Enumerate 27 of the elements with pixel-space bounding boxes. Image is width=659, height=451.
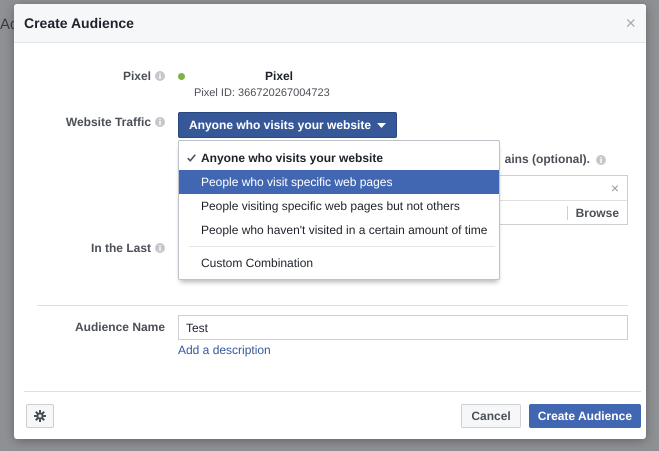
info-icon (155, 117, 165, 127)
menu-item[interactable]: Custom Combination (179, 251, 499, 275)
field-label: Audience Name (74, 320, 165, 334)
menu-item[interactable]: People who visit specific web pages (179, 170, 499, 194)
browse-button[interactable]: Browse (566, 206, 627, 220)
audience-type-dropdown[interactable]: Anyone who visits your website (178, 112, 398, 138)
domains-hint: ains (optional). (504, 152, 590, 166)
caret-icon (377, 122, 386, 128)
field-label: Website Traffic (66, 115, 151, 129)
info-icon (155, 71, 165, 81)
menu-item[interactable]: People visiting specific web pages but not others (179, 194, 499, 218)
info-icon (596, 155, 606, 165)
settings-button[interactable] (26, 404, 54, 428)
create-audience-button[interactable]: Create Audience (528, 404, 641, 428)
check-icon (187, 154, 196, 162)
pixel-name: Pixel (265, 69, 294, 83)
cancel-button[interactable]: Cancel (461, 404, 521, 428)
pixel-id: Pixel ID: 366720267004723 (194, 87, 331, 99)
menu-item[interactable]: People who haven't visited in a certain amount of time (179, 218, 499, 242)
field-label: Pixel (122, 69, 151, 83)
settings-icon (34, 410, 46, 422)
field-label: In the Last (90, 241, 151, 255)
menu-item[interactable]: Anyone who visits your website (179, 146, 499, 170)
audience-name-field[interactable]: Test (178, 315, 628, 340)
add-description-link[interactable]: Add a description (178, 343, 271, 357)
info-icon (155, 243, 165, 253)
dialog-title: Create Audience (24, 15, 135, 31)
